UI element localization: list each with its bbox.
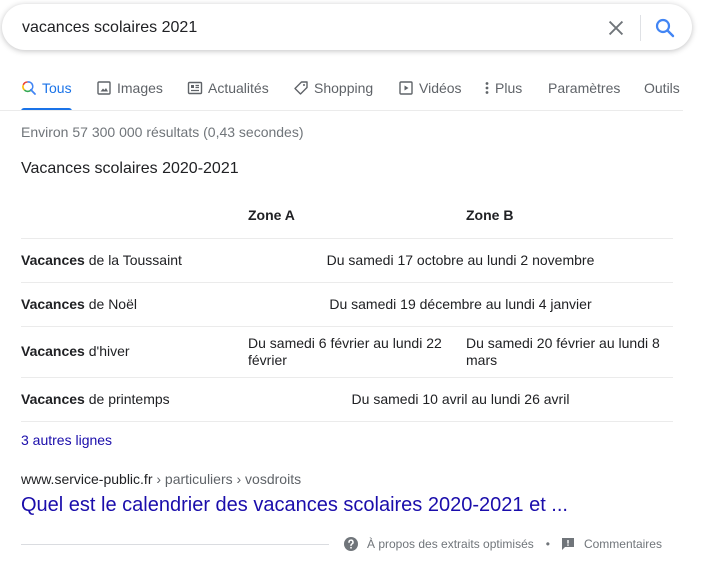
footer-separator: •: [545, 537, 550, 551]
tab-label: Vidéos: [419, 80, 462, 96]
tab-videos[interactable]: Vidéos: [398, 78, 462, 111]
tab-label: Images: [117, 80, 163, 96]
table-row: Vacances de la Toussaint Du samedi 17 oc…: [21, 238, 673, 283]
search-divider: [640, 15, 641, 41]
tag-icon: [294, 81, 308, 95]
row-label-bold: Vacances: [21, 251, 85, 268]
holidays-table: Zone A Zone B Vacances de la Toussaint D…: [21, 192, 673, 422]
row-label-rest: d'hiver: [84, 343, 130, 359]
column-header-zone-b: Zone B: [466, 192, 673, 239]
row-label-bold: Vacances: [21, 343, 85, 359]
close-icon: [608, 20, 624, 36]
row-dates-both-zones: Du samedi 19 décembre au lundi 4 janvier: [248, 282, 673, 327]
row-label: Vacances de Noël: [21, 282, 248, 327]
play-icon: [399, 81, 413, 95]
tab-tools[interactable]: Outils: [644, 78, 680, 111]
row-dates-both-zones: Du samedi 17 octobre au lundi 2 novembre: [248, 238, 673, 283]
result-title-link[interactable]: Quel est le calendrier des vacances scol…: [21, 494, 568, 517]
image-icon: [97, 81, 111, 95]
clear-search-button[interactable]: [605, 17, 627, 39]
tab-label: Plus: [495, 80, 523, 96]
row-dates-both-zones: Du samedi 10 avril au lundi 26 avril: [248, 377, 673, 422]
row-label: Vacances d'hiver: [21, 326, 248, 378]
column-header-zone-a: Zone A: [248, 192, 466, 239]
feedback-icon: [561, 538, 574, 550]
search-submit-button[interactable]: [653, 16, 677, 40]
tab-label: Actualités: [208, 80, 269, 96]
row-label-rest: de printemps: [84, 390, 170, 407]
feedback-link[interactable]: Commentaires: [584, 537, 662, 551]
column-header: [21, 192, 248, 239]
help-circle-icon: [344, 537, 358, 551]
tab-label: Paramètres: [548, 80, 621, 96]
tab-news[interactable]: Actualités: [187, 78, 269, 111]
tab-all[interactable]: Tous: [21, 78, 72, 111]
snippet-title: Vacances scolaires 2020-2021: [21, 160, 239, 177]
row-label: Vacances de printemps: [21, 377, 248, 422]
table-header-row: Zone A Zone B: [21, 192, 673, 239]
tab-more[interactable]: Plus: [482, 78, 522, 111]
row-label-rest: de Noël: [84, 295, 137, 312]
more-vert-icon: [485, 82, 489, 94]
row-label-bold: Vacances: [21, 390, 85, 407]
tab-label: Tous: [42, 80, 72, 96]
tab-images[interactable]: Images: [96, 78, 163, 111]
search-icon: [22, 81, 36, 95]
result-domain: www.service-public.fr: [21, 471, 153, 487]
row-label-bold: Vacances: [21, 295, 85, 312]
news-icon: [187, 81, 203, 95]
search-tabs: Tous Images Actualités Shopping Vidéos P…: [0, 78, 705, 111]
result-url[interactable]: www.service-public.fr › particuliers › v…: [21, 471, 301, 487]
tabs-divider: [0, 110, 683, 111]
row-dates-zone-b: Du samedi 20 février au lundi 8 mars: [466, 326, 673, 378]
snippet-footer: À propos des extraits optimisés • Commen…: [343, 535, 662, 553]
table-row: Vacances de printemps Du samedi 10 avril…: [21, 377, 673, 422]
tab-label: Outils: [644, 80, 680, 96]
search-input[interactable]: [22, 17, 582, 39]
row-label: Vacances de la Toussaint: [21, 238, 248, 283]
footer-divider: [21, 544, 329, 545]
table-row: Vacances d'hiver Du samedi 6 février au …: [21, 326, 673, 378]
tab-shopping[interactable]: Shopping: [293, 78, 373, 111]
row-dates-zone-a: Du samedi 6 février au lundi 22 février: [248, 326, 466, 378]
tab-settings[interactable]: Paramètres: [548, 78, 620, 111]
more-rows-link[interactable]: 3 autres lignes: [21, 432, 112, 448]
tab-label: Shopping: [314, 80, 374, 96]
row-label-rest: de la Toussaint: [84, 251, 182, 268]
result-breadcrumbs: › particuliers › vosdroits: [152, 471, 302, 487]
table-row: Vacances de Noël Du samedi 19 décembre a…: [21, 282, 673, 327]
search-icon: [655, 18, 675, 38]
about-snippets-link[interactable]: À propos des extraits optimisés: [367, 537, 534, 551]
result-stats: Environ 57 300 000 résultats (0,43 secon…: [21, 124, 304, 140]
search-bar: [2, 4, 692, 50]
